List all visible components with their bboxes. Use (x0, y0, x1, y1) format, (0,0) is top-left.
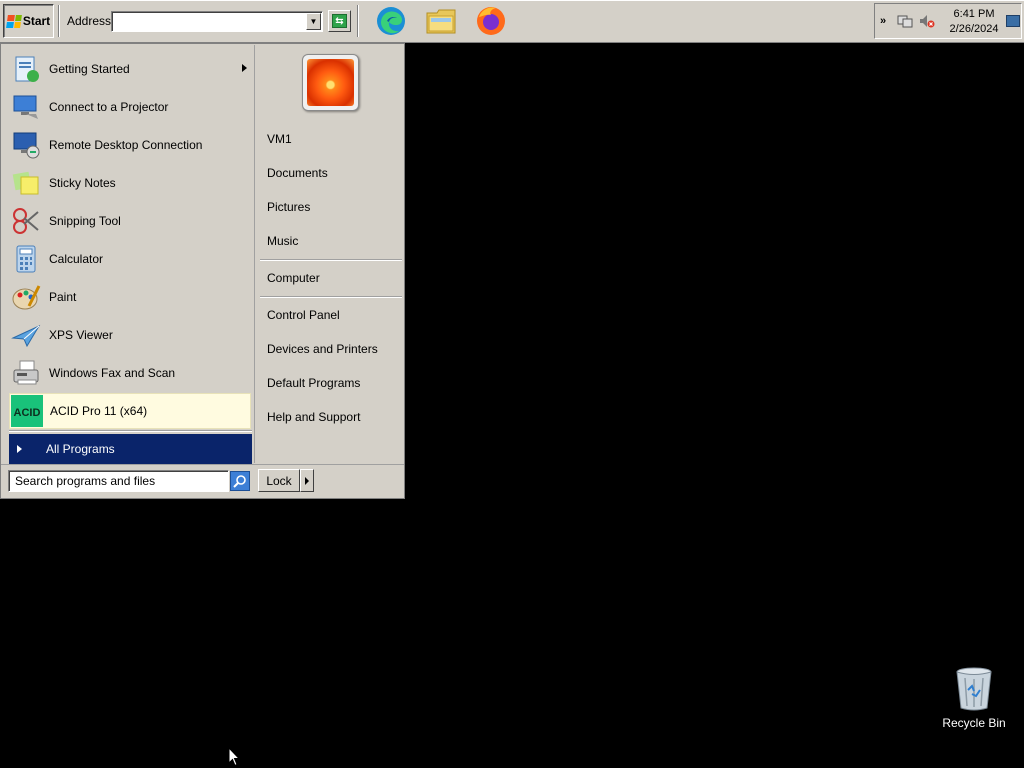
places-divider (260, 259, 402, 261)
network-icon[interactable] (897, 13, 913, 29)
start-label: Start (22, 14, 51, 28)
start-button[interactable]: Start (3, 4, 54, 38)
devices-printers-link[interactable]: Devices and Printers (267, 342, 378, 356)
program-label: Getting Started (49, 62, 130, 76)
folder-icon[interactable] (424, 4, 458, 38)
places-divider (260, 296, 402, 298)
program-item-xps-viewer[interactable]: XPS Viewer (9, 317, 251, 353)
xps-viewer-icon (9, 318, 43, 352)
control-panel-link[interactable]: Control Panel (267, 308, 340, 322)
flower-avatar-image (307, 59, 354, 106)
fax-icon (9, 356, 43, 390)
start-menu-places-pane: VM1 Documents Pictures Music Computer Co… (256, 45, 404, 463)
firefox-icon[interactable] (474, 4, 508, 38)
program-item-calculator[interactable]: Calculator (9, 241, 251, 277)
clock[interactable]: 6:41 PM 2/26/2024 (945, 7, 1003, 37)
remote-desktop-icon (9, 128, 43, 162)
program-label: Remote Desktop Connection (49, 138, 203, 152)
system-tray: » 6:41 PM 2/26/2024 (874, 3, 1022, 39)
start-menu: Getting Started Connect to a Projector R… (0, 43, 405, 499)
taskbar: Start Address ▼ ⇆ » 6:41 PM 2/26/2024 (0, 0, 1024, 43)
acid-logo-text: ACID (14, 407, 41, 419)
program-item-acid-pro[interactable]: ACID ACID Pro 11 (x64) (9, 393, 251, 429)
program-label: ACID Pro 11 (x64) (50, 404, 148, 418)
chevron-down-icon: ▼ (309, 17, 318, 26)
address-dropdown-button[interactable]: ▼ (306, 13, 321, 30)
user-folder-link[interactable]: VM1 (267, 132, 292, 146)
address-bar[interactable]: ▼ (111, 11, 323, 32)
music-link[interactable]: Music (267, 234, 298, 248)
program-item-getting-started[interactable]: Getting Started (9, 51, 251, 87)
recycle-bin[interactable]: Recycle Bin (938, 666, 1010, 738)
programs-divider (9, 430, 252, 432)
search-input[interactable] (9, 471, 219, 491)
all-programs-button[interactable]: All Programs (9, 434, 252, 464)
address-label: Address (67, 14, 112, 28)
program-item-remote-desktop[interactable]: Remote Desktop Connection (9, 127, 251, 163)
lock-label: Lock (266, 473, 292, 488)
program-label: XPS Viewer (49, 328, 113, 342)
volume-muted-icon[interactable] (919, 13, 935, 29)
windows-logo-icon (5, 14, 22, 28)
sticky-notes-icon (9, 166, 43, 200)
recycle-bin-icon (956, 667, 992, 711)
search-button[interactable] (230, 471, 250, 491)
arrow-right-icon (17, 445, 22, 453)
all-programs-label: All Programs (46, 442, 115, 456)
lock-button[interactable]: Lock (258, 469, 300, 492)
taskbar-separator (58, 5, 60, 37)
program-item-snipping-tool[interactable]: Snipping Tool (9, 203, 251, 239)
program-label: Connect to a Projector (49, 100, 169, 114)
program-label: Sticky Notes (49, 176, 116, 190)
program-label: Snipping Tool (49, 214, 121, 228)
scissors-icon (9, 204, 43, 238)
search-box[interactable] (8, 470, 229, 492)
taskbar-separator (357, 5, 359, 37)
clock-time: 6:41 PM (953, 8, 995, 20)
shutdown-options-button[interactable] (300, 469, 314, 492)
clock-date: 2/26/2024 (949, 23, 999, 35)
program-label: Paint (49, 290, 77, 304)
help-support-link[interactable]: Help and Support (267, 410, 360, 424)
program-item-fax-scan[interactable]: Windows Fax and Scan (9, 355, 251, 391)
acid-icon: ACID (10, 394, 44, 428)
program-item-sticky-notes[interactable]: Sticky Notes (9, 165, 251, 201)
address-input[interactable] (112, 12, 302, 30)
show-hidden-icons-icon[interactable]: » (880, 15, 886, 27)
edge-icon[interactable] (374, 4, 408, 38)
go-arrow-icon: ⇆ (332, 14, 347, 28)
projector-icon (9, 90, 43, 124)
start-menu-bottom-bar: Lock (1, 464, 404, 498)
recycle-bin-label: Recycle Bin (942, 716, 1006, 730)
documents-link[interactable]: Documents (267, 166, 328, 180)
address-go-button[interactable]: ⇆ (328, 10, 351, 32)
submenu-arrow-icon (242, 64, 247, 72)
mouse-pointer-icon (228, 747, 240, 767)
program-label: Windows Fax and Scan (49, 366, 176, 380)
user-avatar[interactable] (302, 54, 359, 111)
getting-started-icon (9, 52, 43, 86)
calculator-icon (9, 242, 43, 276)
computer-link[interactable]: Computer (267, 271, 320, 285)
program-label: Calculator (49, 252, 104, 266)
arrow-right-icon (305, 476, 309, 485)
program-item-paint[interactable]: Paint (9, 279, 251, 315)
start-menu-programs-pane: Getting Started Connect to a Projector R… (3, 45, 255, 464)
program-item-connect-projector[interactable]: Connect to a Projector (9, 89, 251, 125)
pictures-link[interactable]: Pictures (267, 200, 310, 214)
search-icon (233, 475, 246, 488)
show-desktop-icon[interactable] (1006, 15, 1020, 27)
paint-icon (9, 280, 43, 314)
default-programs-link[interactable]: Default Programs (267, 376, 360, 390)
